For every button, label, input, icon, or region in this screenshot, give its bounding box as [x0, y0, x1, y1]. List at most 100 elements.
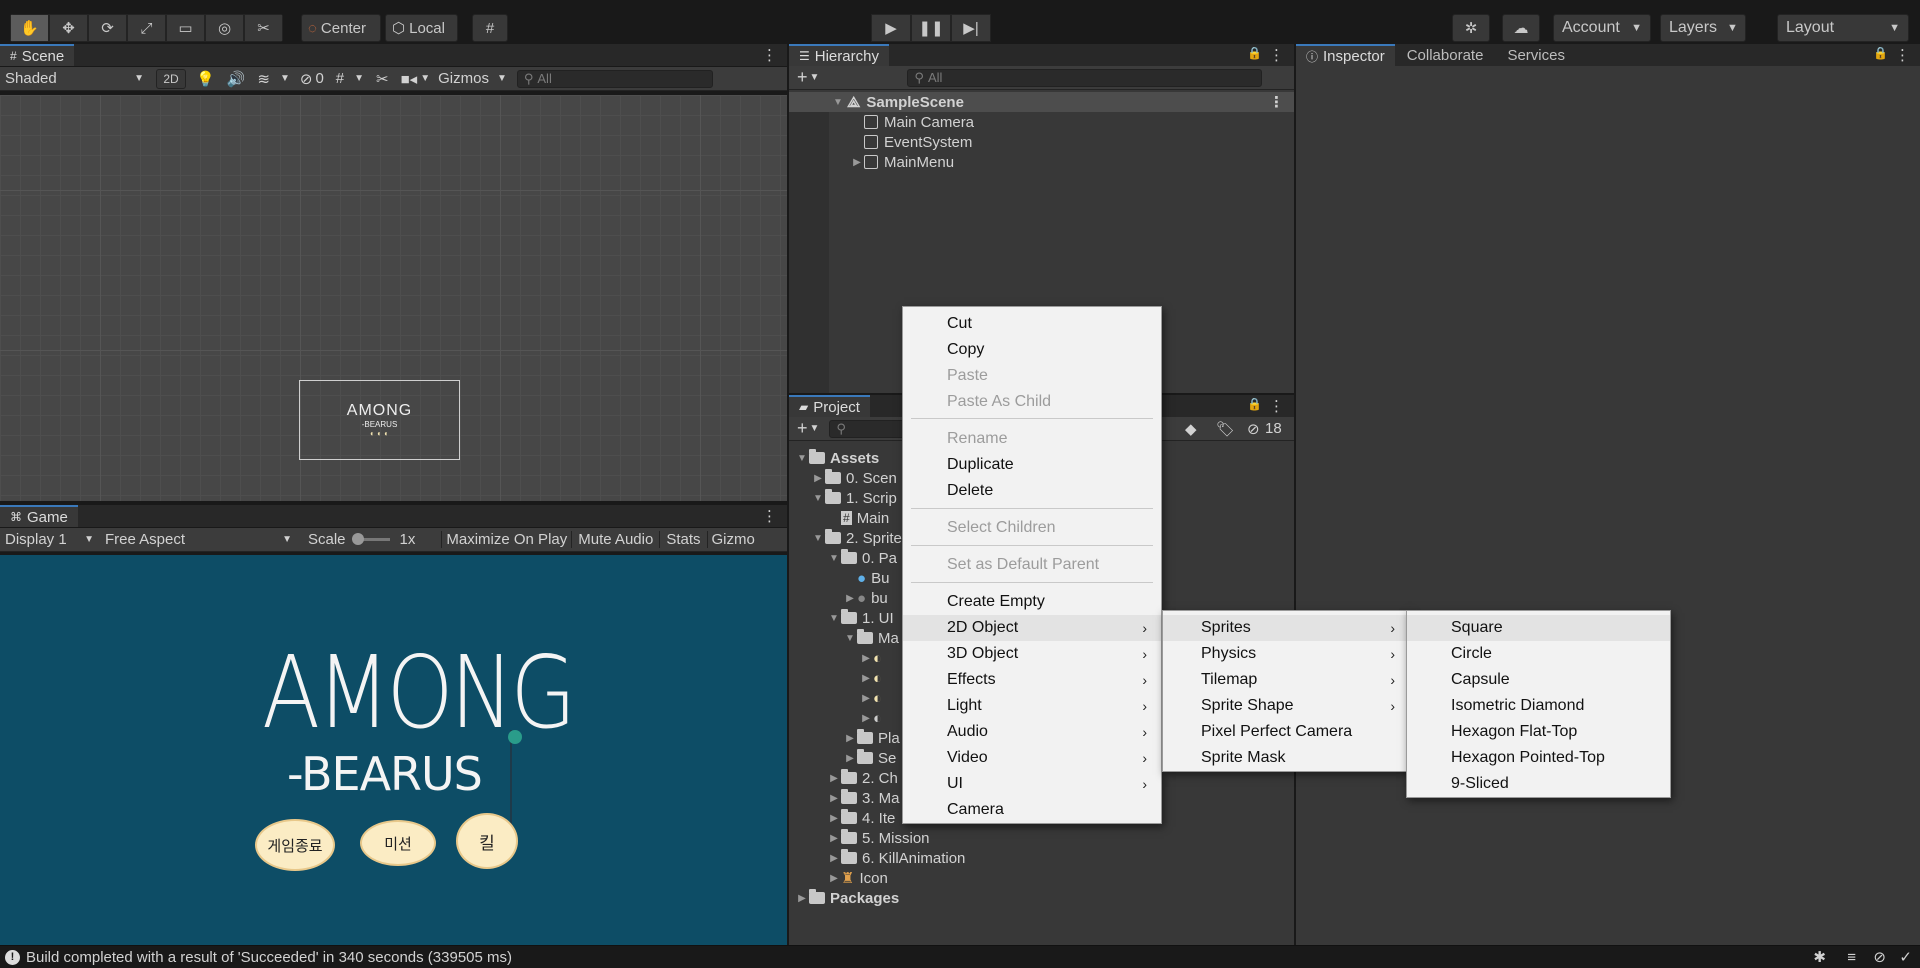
list-item[interactable]: ▼ 1. UI	[827, 608, 894, 628]
progress-check-icon[interactable]: ✓	[1899, 948, 1912, 966]
mode-2d-button[interactable]: 2D	[156, 68, 186, 89]
scale-tool-icon[interactable]: ⤢	[127, 14, 166, 42]
layers-dropdown[interactable]: Layers ▼	[1660, 14, 1746, 42]
play-icon[interactable]: ▶	[871, 14, 911, 42]
expand-arrow-icon[interactable]: ▶	[850, 157, 864, 168]
status-message[interactable]: Build completed with a result of 'Succee…	[26, 949, 512, 966]
menu-item-hexagon-flat-top[interactable]: Hexagon Flat-Top	[1407, 719, 1670, 745]
menu-item-pixel-perfect-camera[interactable]: Pixel Perfect Camera	[1163, 719, 1409, 745]
visibility-icon[interactable]: ⊘	[300, 70, 313, 88]
camera-icon[interactable]: ■◂	[401, 70, 418, 88]
chevron-down-icon[interactable]: ▼	[420, 73, 430, 84]
list-item[interactable]: ▶ 0. Scen	[811, 468, 897, 488]
list-item[interactable]: ▶ 2. Ch	[827, 768, 898, 788]
mute-audio-toggle[interactable]: Mute Audio	[571, 531, 659, 548]
menu-item-tilemap[interactable]: Tilemap ›	[1163, 667, 1409, 693]
game-gizmos-toggle[interactable]: Gizmo	[706, 531, 759, 548]
tab-scene[interactable]: # Scene	[0, 44, 75, 66]
menu-item-cut[interactable]: Cut	[903, 311, 1161, 337]
menu-item-sprites[interactable]: Sprites ›	[1163, 615, 1409, 641]
scene-root-row[interactable]: ▼ ⟁ SampleScene ⋮	[789, 92, 1294, 112]
audio-icon[interactable]: 🔊	[227, 70, 246, 88]
list-item[interactable]: ▶ 3. Ma	[827, 788, 900, 808]
list-item[interactable]: Main Camera	[864, 112, 974, 132]
grid-snap-icon[interactable]: #	[472, 14, 508, 42]
expand-arrow-icon[interactable]: ▼	[827, 553, 841, 564]
menu-item-audio[interactable]: Audio ›	[903, 719, 1161, 745]
effects-icon[interactable]: ≋	[257, 70, 270, 88]
menu-item-duplicate[interactable]: Duplicate	[903, 452, 1161, 478]
menu-item-ui[interactable]: UI ›	[903, 771, 1161, 797]
menu-item-paste-as-child[interactable]: Paste As Child	[903, 389, 1161, 415]
scale-slider[interactable]	[351, 533, 390, 545]
menu-item-delete[interactable]: Delete	[903, 478, 1161, 504]
add-icon[interactable]: +	[797, 418, 808, 439]
mission-button[interactable]: 미션	[360, 820, 436, 866]
panel-menu-icon[interactable]: ⋮	[762, 507, 777, 525]
expand-arrow-icon[interactable]: ▶	[859, 713, 873, 724]
filter-type-icon[interactable]: ◆	[1185, 420, 1197, 438]
list-item[interactable]: ▶ 4. Ite	[827, 808, 895, 828]
maximize-on-play-toggle[interactable]: Maximize On Play	[441, 531, 571, 548]
menu-item-video[interactable]: Video ›	[903, 745, 1161, 771]
list-item[interactable]: ▶ ◐	[859, 648, 882, 668]
menu-item-sprite-mask[interactable]: Sprite Mask	[1163, 745, 1409, 771]
list-item[interactable]: ▶ MainMenu	[850, 152, 954, 172]
move-tool-icon[interactable]: ✥	[49, 14, 88, 42]
menu-item-2d-object[interactable]: 2D Object ›	[903, 615, 1161, 641]
menu-item-circle[interactable]: Circle	[1407, 641, 1670, 667]
canvas-preview[interactable]: AMONG -BEARUS ◐ ◐ ◐	[299, 380, 460, 460]
step-icon[interactable]: ▶|	[951, 14, 991, 42]
list-item[interactable]: ▼ 1. Scrip	[811, 488, 897, 508]
expand-arrow-icon[interactable]: ▶	[843, 753, 857, 764]
scene-menu-icon[interactable]: ⋮	[1269, 93, 1284, 111]
rotate-tool-icon[interactable]: ⟳	[88, 14, 127, 42]
list-item[interactable]: ▶ Pla	[843, 728, 900, 748]
expand-arrow-icon[interactable]: ▶	[843, 733, 857, 744]
menu-item-hexagon-pointed-top[interactable]: Hexagon Pointed-Top	[1407, 745, 1670, 771]
list-item[interactable]: ▼ Assets	[795, 448, 879, 468]
list-item[interactable]: ▶ ◐	[859, 668, 882, 688]
list-item[interactable]: ▼ Ma	[843, 628, 899, 648]
list-item[interactable]: ▶ ● bu	[843, 588, 888, 608]
menu-item-square[interactable]: Square	[1407, 615, 1670, 641]
pivot-center-button[interactable]: ◌ Center	[301, 14, 381, 42]
panel-menu-icon[interactable]: ⋮	[1269, 46, 1284, 64]
expand-arrow-icon[interactable]: ▶	[827, 813, 841, 824]
tab-game[interactable]: ⌘ Game	[0, 505, 78, 527]
gizmos-button[interactable]: Gizmos	[438, 70, 489, 87]
expand-arrow-icon[interactable]: ▶	[859, 653, 873, 664]
menu-item-3d-object[interactable]: 3D Object ›	[903, 641, 1161, 667]
tab-hierarchy[interactable]: ☰ Hierarchy	[789, 44, 889, 66]
layout-dropdown[interactable]: Layout ▼	[1777, 14, 1909, 42]
services-icon[interactable]: ✲	[1452, 14, 1490, 42]
menu-item-paste[interactable]: Paste	[903, 363, 1161, 389]
display-dropdown[interactable]: Display 1 ▼	[0, 531, 100, 548]
lighting-icon[interactable]: 💡	[196, 70, 215, 88]
lock-icon[interactable]: 🔒	[1873, 46, 1888, 60]
shading-mode-dropdown[interactable]: Shaded ▼	[0, 70, 150, 87]
lock-icon[interactable]: 🔒	[1247, 397, 1262, 411]
expand-arrow-icon[interactable]: ▼	[827, 613, 841, 624]
menu-item-set-default-parent[interactable]: Set as Default Parent	[903, 552, 1161, 578]
tools-icon[interactable]: ✂	[376, 70, 389, 88]
menu-item-light[interactable]: Light ›	[903, 693, 1161, 719]
expand-arrow-icon[interactable]: ▶	[811, 473, 825, 484]
hierarchy-search-input[interactable]: ⚲ All	[907, 68, 1263, 87]
kill-button[interactable]: 킬	[456, 813, 518, 869]
transform-tool-icon[interactable]: ◎	[205, 14, 244, 42]
expand-arrow-icon[interactable]: ▼	[843, 633, 857, 644]
lock-icon[interactable]: 🔒	[1247, 46, 1262, 60]
list-item[interactable]: ▶ Se	[843, 748, 896, 768]
tab-inspector[interactable]: ⓘ Inspector	[1296, 44, 1395, 66]
menu-item-copy[interactable]: Copy	[903, 337, 1161, 363]
filter-label-icon[interactable]: 🏷	[1216, 420, 1235, 438]
expand-arrow-icon[interactable]: ▶	[827, 793, 841, 804]
expand-arrow-icon[interactable]: ▶	[827, 833, 841, 844]
cloud-icon[interactable]: ☁	[1502, 14, 1540, 42]
menu-item-create-empty[interactable]: Create Empty	[903, 589, 1161, 615]
list-item[interactable]: ● Bu	[857, 568, 889, 588]
scene-viewport[interactable]: AMONG -BEARUS ◐ ◐ ◐	[0, 95, 787, 501]
chevron-down-icon[interactable]: ▼	[354, 73, 364, 84]
list-item[interactable]: ▶ ◐	[859, 688, 882, 708]
